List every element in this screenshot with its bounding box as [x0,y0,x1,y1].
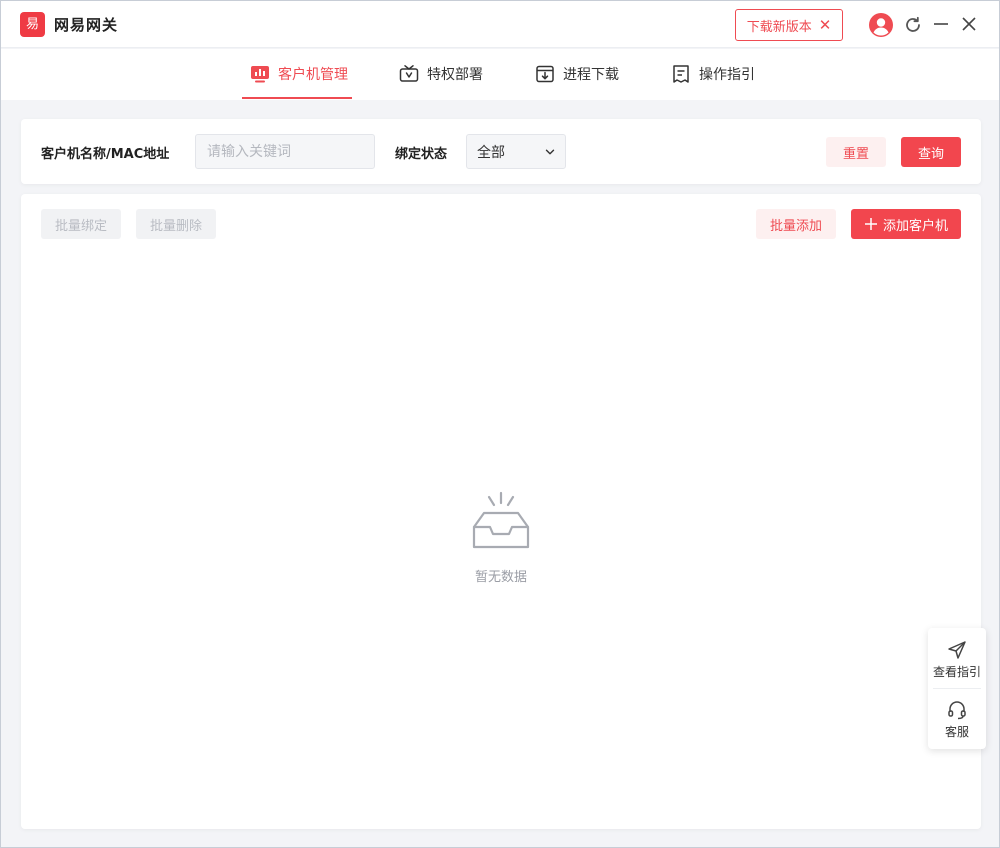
app-logo: 易 [20,12,45,37]
view-guide-button[interactable]: 查看指引 [928,640,986,680]
batch-delete-button[interactable]: 批量删除 [136,209,216,239]
tab-operation-guide[interactable]: 操作指引 [671,49,755,99]
minimize-icon[interactable] [933,16,949,32]
title-bar: 易 网易网关 下载新版本 ✕ [1,1,999,48]
query-button[interactable]: 查询 [901,137,961,167]
download-new-version-label: 下载新版本 [746,19,812,35]
plus-icon [864,218,877,230]
download-new-version-button[interactable]: 下载新版本 ✕ [735,9,843,41]
add-client-button[interactable]: 添加客户机 [851,209,961,239]
close-icon[interactable]: ✕ [819,17,832,33]
headset-icon [948,701,966,720]
empty-inbox-icon [472,491,530,549]
user-avatar-icon[interactable] [869,13,893,37]
filter-panel: 客户机名称/MAC地址 绑定状态 全部 重置 查询 [21,119,981,184]
tab-client-management[interactable]: 客户机管理 [250,49,348,99]
bind-status-select[interactable]: 全部 [466,134,566,169]
tab-label: 特权部署 [427,67,483,83]
tab-privilege-deploy[interactable]: 特权部署 [399,49,483,99]
active-tab-indicator [242,97,352,99]
send-arrow-icon [948,641,966,659]
chevron-down-icon [545,149,555,154]
customer-service-label: 客服 [944,725,969,739]
view-guide-label: 查看指引 [932,665,981,679]
bind-status-value: 全部 [477,144,505,161]
tv-privilege-icon [399,65,419,82]
customer-service-button[interactable]: 客服 [928,700,986,740]
window-close-icon[interactable] [961,16,977,32]
keyword-search-input[interactable] [195,134,375,169]
monitor-chart-icon [251,66,269,83]
batch-bind-button[interactable]: 批量绑定 [41,209,121,239]
bind-status-label: 绑定状态 [395,147,448,162]
tab-label: 客户机管理 [278,67,348,83]
floating-help-panel: 查看指引 客服 [928,628,986,749]
tab-process-download[interactable]: 进程下载 [535,49,619,99]
download-box-icon [536,65,554,83]
divider [933,688,981,689]
tab-label: 进程下载 [563,67,619,83]
client-list-panel: 批量绑定 批量删除 批量添加 添加客户机 暂无数据 [21,194,981,829]
client-name-mac-label: 客户机名称/MAC地址 [41,147,170,162]
empty-state-text: 暂无数据 [474,570,527,585]
document-guide-icon [673,65,689,83]
batch-add-button[interactable]: 批量添加 [756,209,836,239]
reset-button[interactable]: 重置 [826,137,886,167]
refresh-icon[interactable] [904,16,922,34]
tab-label: 操作指引 [699,67,755,83]
add-client-label: 添加客户机 [882,218,948,234]
app-title: 网易网关 [54,16,119,34]
app-window: 易 网易网关 下载新版本 ✕ 客户机管理 特权部署 进程下载 操作指引 客户机名… [0,0,1000,848]
main-nav: 客户机管理 特权部署 进程下载 操作指引 [1,49,999,100]
